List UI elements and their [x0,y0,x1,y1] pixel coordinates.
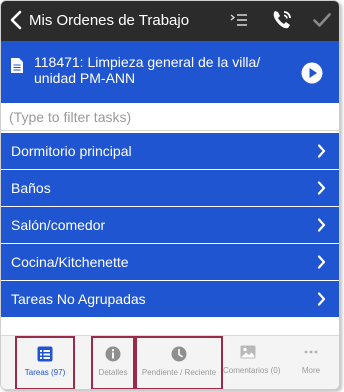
task-group-row[interactable]: Dormitorio principal [1,133,339,169]
play-icon[interactable] [301,62,323,84]
tab-label: Comentarios (0) [223,366,281,375]
tab-label: More [301,366,321,375]
task-filter [1,104,339,131]
tab-detalles[interactable]: Detalles [91,336,135,389]
tab-tareas[interactable]: Tareas (97) [15,336,75,389]
info-icon [105,346,121,362]
work-order-title: 118471: Limpieza general de la villa/ un… [34,54,261,86]
task-group-label: Salón/comedor [11,217,106,233]
chevron-right-icon [317,255,326,269]
image-icon [240,345,256,359]
chevron-right-icon [317,218,326,232]
task-group-row[interactable]: Salón/comedor [1,207,339,243]
more-icon [304,350,318,354]
task-group-row[interactable]: Cocina/Kitchenette [1,244,339,280]
list-icon [37,346,53,362]
tab-label: Detalles [98,368,128,377]
tab-label: Tareas (97) [24,368,66,377]
chevron-right-icon [317,144,326,158]
clock-icon [171,346,187,362]
app-frame: Mis Ordenes de Trabajo 118471: Limpieza … [0,0,340,390]
task-group-label: Cocina/Kitchenette [11,254,129,270]
chevron-right-icon [317,181,326,195]
task-group-label: Baños [11,180,51,196]
task-filter-input[interactable] [1,104,339,130]
document-icon [11,58,23,73]
top-navigation-bar: Mis Ordenes de Trabajo [1,1,339,41]
task-group-list: Dormitorio principal Baños Salón/comedor… [1,133,339,318]
back-chevron-icon[interactable] [9,10,23,30]
tab-comentarios[interactable]: Comentarios (0) [223,336,281,389]
task-group-row[interactable]: Baños [1,170,339,206]
bottom-tab-bar: Tareas (97) Detalles Pendiente / Recient… [1,335,339,389]
task-group-label: Dormitorio principal [11,143,132,159]
task-list-icon[interactable] [230,12,248,28]
tab-label: Pendiente / Reciente [141,368,217,377]
page-title: Mis Ordenes de Trabajo [29,12,190,29]
task-group-row[interactable]: Tareas No Agrupadas [1,281,339,317]
task-group-label: Tareas No Agrupadas [11,291,146,307]
phone-call-icon[interactable] [271,9,293,31]
chevron-right-icon [317,292,326,306]
tab-more[interactable]: More [289,336,333,389]
tab-pendiente-reciente[interactable]: Pendiente / Reciente [135,336,223,389]
work-order-banner[interactable]: 118471: Limpieza general de la villa/ un… [1,41,339,103]
checkmark-icon[interactable] [313,12,331,28]
